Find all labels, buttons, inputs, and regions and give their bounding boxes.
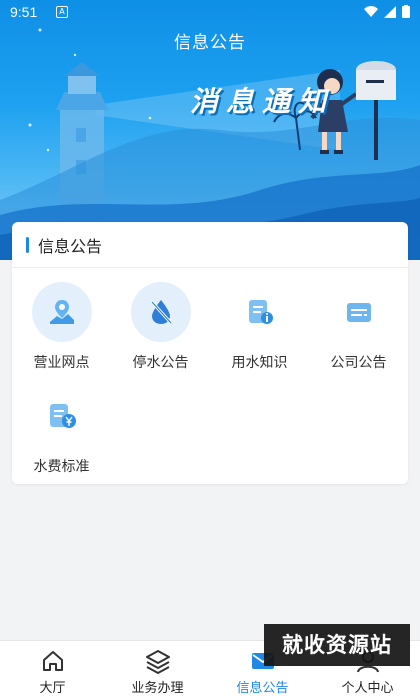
notice-card-icon — [329, 282, 389, 342]
water-off-icon — [130, 282, 191, 342]
fee-yuan-icon — [32, 386, 92, 446]
grid-item-water-outage[interactable]: 停水公告 — [111, 282, 210, 372]
wifi-icon — [364, 5, 378, 17]
grid-label: 营业网点 — [33, 355, 90, 371]
signal-icon — [384, 5, 396, 18]
watermark: 就收资源站 — [264, 624, 410, 666]
grid-label: 用水知识 — [231, 355, 288, 371]
grid-item-water-knowledge[interactable]: 用水知识 — [210, 282, 309, 372]
status-time: 9:51 — [10, 4, 38, 20]
notification-icon: A — [56, 6, 68, 18]
notice-card: 信息公告 营业网点 停水公告 用水知识 公司公告 水费标准 — [12, 222, 408, 484]
document-info-icon — [230, 282, 290, 342]
grid-label: 公司公告 — [330, 355, 387, 371]
grid-item-business-outlets[interactable]: 营业网点 — [12, 282, 111, 372]
layers-icon — [145, 650, 170, 674]
grid-label: 停水公告 — [132, 355, 189, 371]
status-bar: 9:51 A — [0, 0, 420, 26]
card-title: 信息公告 — [38, 236, 103, 256]
hero-banner-text: 消息通知 — [190, 85, 335, 118]
grid-item-company-notice[interactable]: 公司公告 — [309, 282, 408, 372]
nav-label: 大厅 — [39, 681, 66, 696]
grid-label: 水费标准 — [33, 459, 90, 475]
nav-label: 信息公告 — [236, 681, 289, 696]
status-icons — [364, 5, 410, 18]
card-header: 信息公告 — [12, 222, 408, 268]
nav-label: 业务办理 — [131, 681, 184, 696]
battery-icon — [402, 5, 410, 18]
location-map-icon — [31, 282, 92, 342]
nav-label: 个人中心 — [341, 681, 394, 696]
nav-item-hall[interactable]: 大厅 — [0, 641, 105, 700]
nav-item-business[interactable]: 业务办理 — [105, 641, 210, 700]
grid-item-water-fee-standard[interactable]: 水费标准 — [12, 386, 111, 476]
title-accent-bar — [26, 236, 29, 253]
hero-banner: 9:51 A 信息公告 消息通知 — [0, 0, 420, 260]
home-icon — [42, 651, 63, 671]
page-title: 信息公告 — [174, 33, 246, 53]
